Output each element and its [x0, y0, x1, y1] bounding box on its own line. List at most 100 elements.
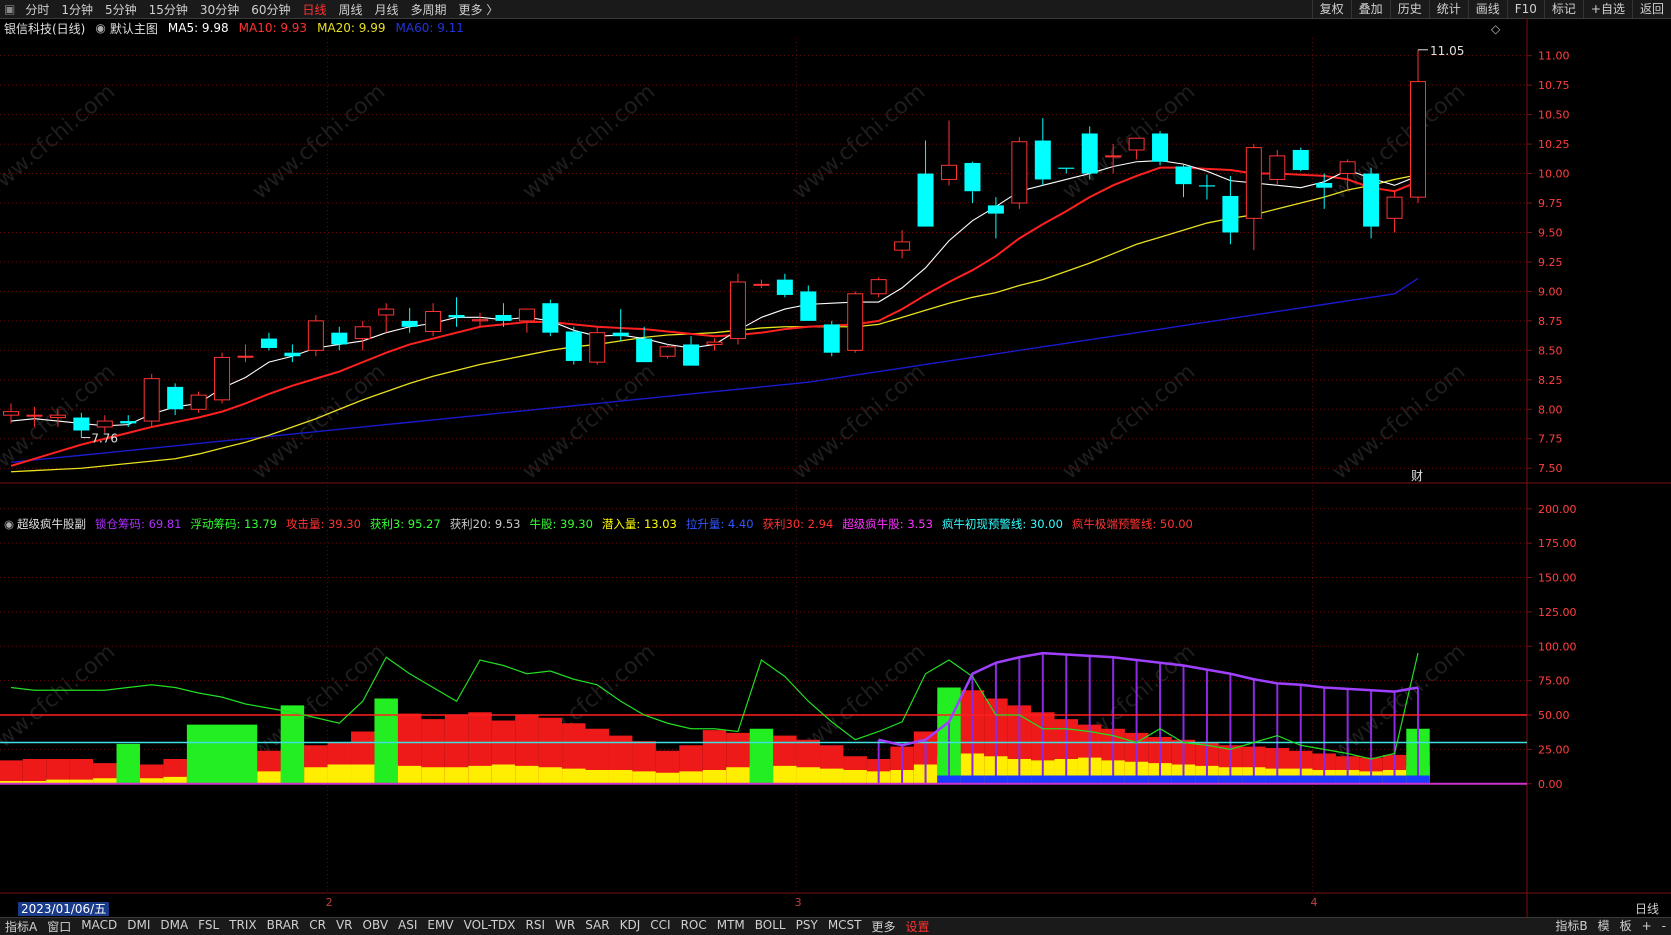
candle — [870, 277, 887, 298]
ma20-line — [10, 174, 1419, 473]
indicator-tab-9[interactable]: VR — [331, 918, 358, 935]
indicator-tab-1[interactable]: 窗口 — [42, 918, 76, 935]
sneak-volume-bar — [538, 767, 563, 784]
indicator-tab-20[interactable]: MTM — [712, 918, 750, 935]
pull-up-volume-bar — [1007, 775, 1032, 784]
price-tick-label: 10.25 — [1538, 138, 1570, 151]
sneak-volume-bar — [585, 770, 609, 784]
indicator-tick-label: 0.00 — [1538, 778, 1563, 791]
candle-body-up — [1011, 141, 1028, 204]
chart-canvas[interactable]: www.cfchi.com www.cfchi.com www.cfchi.com w… — [0, 0, 1671, 934]
candle-body-up — [425, 310, 442, 332]
price-tick-label: 8.75 — [1538, 315, 1563, 328]
price-tick-label: 10.50 — [1538, 109, 1570, 122]
candle — [729, 273, 746, 345]
bull-stock-bar — [186, 724, 212, 784]
bull-stock-bar — [749, 728, 774, 784]
sneak-volume-bar — [679, 771, 703, 784]
indicator-tab-14[interactable]: RSI — [521, 918, 551, 935]
indicator-tab-17[interactable]: KDJ — [615, 918, 646, 935]
finance-marker: 财 — [1411, 469, 1423, 483]
candle-body-down — [565, 331, 582, 361]
bull-stock-bar — [233, 724, 258, 784]
candle-body-down — [964, 162, 981, 192]
indicator-toolbar: 指标A 窗口 MACD DMI DMA FSL TRIX BRAR CR VR OBV ASI EMV V… — [0, 917, 1671, 935]
indicator-tab-6[interactable]: TRIX — [224, 918, 261, 935]
sneak-volume-bar — [421, 767, 445, 784]
candle-body-down — [495, 314, 512, 321]
sneak-volume-bar — [843, 770, 867, 784]
indicator-tab-13[interactable]: VOL-TDX — [459, 918, 521, 935]
indicator-tab-18[interactable]: CCI — [645, 918, 675, 935]
ma10-line — [10, 166, 1419, 467]
price-tick-label: 9.75 — [1538, 197, 1563, 210]
candle-body-down — [776, 279, 793, 295]
candle — [354, 320, 371, 351]
indicator-tab-7[interactable]: BRAR — [262, 918, 305, 935]
indicator-tab-12[interactable]: EMV — [422, 918, 458, 935]
candle-body-up — [870, 279, 887, 295]
indicator-tab-2[interactable]: MACD — [76, 918, 122, 935]
candle-body-down — [120, 421, 137, 424]
price-tick-label: 9.50 — [1538, 226, 1563, 239]
candle — [1152, 131, 1169, 166]
candle-body-up — [1410, 81, 1426, 198]
candle — [1175, 164, 1192, 198]
indicator-right-2[interactable]: 板 — [1615, 918, 1637, 935]
candle-body-down — [1152, 133, 1169, 162]
candle-body-up — [1245, 147, 1262, 219]
pull-up-volume-bar — [1242, 775, 1266, 784]
candle-body-up — [26, 414, 43, 417]
candle-body-down — [1175, 166, 1192, 185]
candle-body-up — [96, 420, 113, 428]
sneak-volume-bar — [491, 764, 516, 784]
candle — [542, 299, 559, 337]
indicator-tab-3[interactable]: DMI — [122, 918, 155, 935]
indicator-tab-25[interactable]: 设置 — [901, 918, 935, 935]
watermark-text: www.cfchi.com — [788, 79, 930, 204]
candle — [284, 344, 301, 363]
indicator-right-1[interactable]: 模 — [1593, 918, 1615, 935]
candle — [143, 373, 160, 427]
indicator-tab-15[interactable]: WR — [550, 918, 580, 935]
candle — [636, 326, 653, 363]
sneak-volume-bar — [444, 767, 469, 784]
indicator-tab-8[interactable]: CR — [304, 918, 331, 935]
indicator-tab-5[interactable]: FSL — [193, 918, 224, 935]
indicator-tick-label: 50.00 — [1538, 709, 1570, 722]
candle-body-up — [729, 281, 746, 340]
candle-body-up — [589, 332, 606, 363]
candle — [331, 326, 348, 351]
candle — [683, 336, 700, 366]
candle — [214, 352, 231, 404]
indicator-right-3[interactable]: + — [1637, 918, 1657, 935]
candle — [378, 303, 395, 333]
candle-body-down — [800, 291, 817, 321]
candle-body-up — [847, 293, 864, 351]
candle — [425, 303, 442, 337]
candle — [612, 309, 629, 341]
indicator-tab-10[interactable]: OBV — [358, 918, 394, 935]
sneak-volume-bar — [726, 767, 750, 784]
indicator-tab-22[interactable]: PSY — [791, 918, 823, 935]
indicator-tab-21[interactable]: BOLL — [750, 918, 791, 935]
bull-stock-bar — [116, 743, 140, 784]
candle — [894, 230, 911, 259]
pull-up-volume-bar — [984, 775, 1008, 784]
indicator-tab-4[interactable]: DMA — [155, 918, 193, 935]
candle — [1245, 144, 1262, 251]
price-tick-label: 10.75 — [1538, 79, 1570, 92]
price-tick-label: 8.25 — [1538, 374, 1563, 387]
month-label: 2 — [326, 896, 333, 909]
indicator-right-0[interactable]: 指标B — [1550, 918, 1592, 935]
indicator-tab-11[interactable]: ASI — [393, 918, 422, 935]
indicator-tab-19[interactable]: ROC — [676, 918, 712, 935]
candle — [847, 291, 864, 353]
candle-body-up — [354, 326, 371, 340]
indicator-tab-0[interactable]: 指标A — [0, 918, 42, 935]
indicator-tab-23[interactable]: MCST — [823, 918, 867, 935]
diamond-icon: ◇ — [1491, 22, 1501, 36]
indicator-tab-24[interactable]: 更多 — [867, 918, 901, 935]
indicator-right-4[interactable]: - — [1657, 918, 1671, 935]
indicator-tab-16[interactable]: SAR — [580, 918, 614, 935]
